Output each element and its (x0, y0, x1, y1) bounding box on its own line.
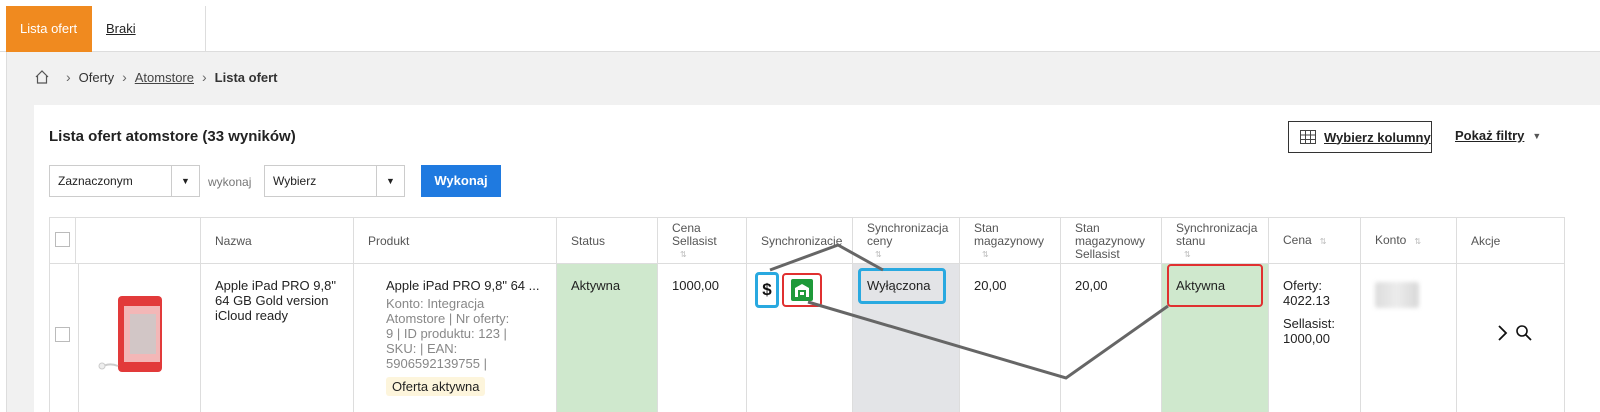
product-image-cell (76, 264, 201, 412)
breadcrumb-atomstore[interactable]: Atomstore (135, 70, 194, 85)
header-image (76, 218, 201, 264)
sort-icon: ⇅ (875, 249, 882, 259)
selection-scope-select[interactable]: Zaznaczonym ▼ (49, 165, 200, 197)
offer-active-badge: Oferta aktywna (386, 377, 486, 396)
product-cell: Apple iPad PRO 9,8" 64 ... Konto: Integr… (354, 264, 557, 412)
header-account[interactable]: Konto ⇅ (1361, 218, 1457, 264)
actions-cell (1457, 264, 1564, 412)
breadcrumb-offers[interactable]: Oferty (79, 70, 114, 85)
header-price-sellasist[interactable]: Cena Sellasist ⇅ (658, 218, 747, 264)
offers-table: Nazwa Produkt Status Cena Sellasist ⇅ Sy… (49, 217, 1565, 412)
stock-sellasist-value: 20,00 (1075, 278, 1108, 293)
warehouse-icon[interactable] (790, 278, 814, 302)
sort-icon: ⇅ (982, 249, 989, 259)
search-icon[interactable] (1515, 324, 1533, 342)
sync-price-value: Wyłączona (867, 278, 931, 293)
stock-cell: 20,00 (960, 264, 1061, 412)
main-content: › Oferty › Atomstore › Lista ofert Lista… (6, 52, 1600, 412)
choose-columns-button[interactable]: Wybierz kolumny (1288, 121, 1432, 153)
stock-sellasist-cell: 20,00 (1061, 264, 1162, 412)
account-name-redacted (1375, 282, 1419, 308)
price-sellasist-value: 1000,00 (1283, 331, 1330, 346)
dollar-icon[interactable]: $ (760, 279, 774, 301)
row-checkbox[interactable] (55, 327, 70, 342)
breadcrumb-separator: › (202, 69, 207, 85)
header-actions: Akcje (1471, 233, 1501, 248)
sync-price-cell: Wyłączona (853, 264, 960, 412)
offers-panel: Lista ofert atomstore (33 wyników) Wybie… (34, 105, 1600, 412)
breadcrumb-separator: › (66, 69, 71, 85)
header-price[interactable]: Cena ⇅ (1269, 218, 1361, 264)
sort-icon: ⇅ (1414, 237, 1422, 246)
chevron-down-icon[interactable]: ▼ (376, 166, 404, 196)
grid-icon (1300, 130, 1316, 144)
sync-cell: $ (747, 264, 853, 412)
product-thumbnail[interactable] (98, 292, 178, 376)
sort-icon: ⇅ (1184, 249, 1191, 259)
product-name-line: 64 GB Gold version (215, 293, 329, 308)
breadcrumb-current: Lista ofert (214, 69, 278, 85)
product-title[interactable]: Apple iPad PRO 9,8" 64 ... (386, 278, 542, 293)
price-sellasist-cell: 1000,00 (658, 264, 747, 412)
price-sellasist-label: Sellasist: (1283, 316, 1336, 331)
page-title: Lista ofert atomstore (33 wyników) (49, 128, 296, 145)
row-select-cell (50, 264, 79, 412)
sort-icon: ⇅ (1319, 237, 1327, 246)
price-offers-value: 4022.13 (1283, 293, 1330, 308)
account-cell (1361, 264, 1457, 412)
tab-missing-links[interactable]: Braki powiązań (92, 6, 206, 82)
action-label: wykonaj (208, 175, 252, 189)
price-offers-label: Oferty: (1283, 278, 1323, 293)
chevron-down-icon[interactable]: ▼ (171, 166, 199, 196)
tab-offer-list[interactable]: Lista ofert (6, 6, 92, 52)
status-value: Aktywna (571, 278, 621, 293)
table-header: Nazwa Produkt Status Cena Sellasist ⇅ Sy… (50, 218, 1564, 264)
sync-stock-cell: Aktywna (1162, 264, 1269, 412)
chevron-right-icon[interactable] (1497, 324, 1509, 342)
header-sync[interactable]: Synchronizacje (747, 218, 853, 264)
header-status[interactable]: Status (557, 218, 658, 264)
show-filters-button[interactable]: Pokaż filtry ▼ (1455, 128, 1541, 143)
top-tabs: Lista ofert Braki powiązań (0, 0, 1600, 82)
bulk-action-value: Wybierz (273, 174, 317, 188)
product-name-line: iCloud ready (215, 308, 288, 323)
product-meta: Konto: Integracja Atomstore | Nr oferty:… (386, 296, 510, 371)
header-name[interactable]: Nazwa (201, 218, 354, 264)
header-stock[interactable]: Stan magazynowy ⇅ (960, 218, 1061, 264)
price-sellasist-value: 1000,00 (672, 278, 719, 293)
selection-scope-value: Zaznaczonym (58, 174, 133, 188)
bulk-action-select[interactable]: Wybierz ▼ (264, 165, 405, 197)
header-product[interactable]: Produkt (354, 218, 557, 264)
header-stock-sellasist[interactable]: Stan magazynowy Sellasist (1061, 218, 1162, 264)
header-sync-stock[interactable]: Synchronizacja stanu ⇅ (1162, 218, 1269, 264)
choose-columns-label: Wybierz kolumny (1324, 129, 1431, 145)
header-select-cell (50, 218, 76, 264)
run-action-button[interactable]: Wykonaj (421, 165, 501, 197)
breadcrumb: › Oferty › Atomstore › Lista ofert (34, 67, 278, 87)
stock-value: 20,00 (974, 278, 1007, 293)
breadcrumb-separator: › (122, 69, 127, 85)
product-name-line: Apple iPad PRO 9,8" (215, 278, 336, 293)
price-cell: Oferty: 4022.13 Sellasist: 1000,00 (1269, 264, 1361, 412)
chevron-down-icon: ▼ (1532, 130, 1542, 141)
sync-stock-value: Aktywna (1176, 278, 1226, 293)
status-cell: Aktywna (557, 264, 658, 412)
home-icon[interactable] (34, 69, 50, 85)
header-sync-price[interactable]: Synchronizacja ceny ⇅ (853, 218, 960, 264)
select-all-checkbox[interactable] (55, 232, 70, 247)
name-cell: Apple iPad PRO 9,8" 64 GB Gold version i… (201, 264, 354, 412)
sort-icon: ⇅ (680, 249, 687, 259)
show-filters-label: Pokaż filtry (1455, 128, 1525, 143)
